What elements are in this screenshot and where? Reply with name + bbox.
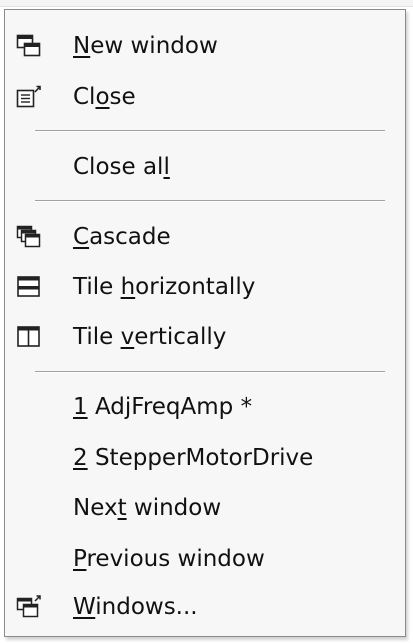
- mnemonic-key: t: [117, 495, 127, 521]
- tile-horizontal-icon: [16, 275, 42, 299]
- menu-item-next-window[interactable]: Next window: [7, 486, 403, 530]
- menu-item-close-all[interactable]: Close all: [7, 145, 403, 189]
- menu-item-close[interactable]: Close: [7, 75, 403, 119]
- menu-item-tile-horizontally[interactable]: Tile horizontally: [7, 265, 403, 309]
- mnemonic-key: v: [120, 324, 135, 350]
- menu-item-cascade[interactable]: Cascade: [7, 215, 403, 259]
- menu-item-label: Windows...: [73, 594, 198, 620]
- menu-item-label: Tile horizontally: [73, 274, 256, 300]
- menu-item-tile-vertically[interactable]: Tile vertically: [7, 315, 403, 359]
- new-window-icon: [16, 34, 42, 58]
- mnemonic-key: o: [95, 84, 110, 110]
- mnemonic-key: C: [73, 224, 90, 250]
- windows-list-icon: [16, 595, 42, 619]
- menu-item-label: 2 StepperMotorDrive: [73, 445, 314, 471]
- menu-separator: [35, 130, 385, 132]
- tile-vertical-icon: [16, 325, 42, 349]
- cascade-icon: [16, 225, 42, 249]
- mnemonic-key: P: [73, 546, 87, 572]
- close-window-icon: [16, 85, 42, 109]
- title-bar-strip: [0, 0, 413, 7]
- menu-item-new-window[interactable]: New window: [7, 24, 403, 68]
- mnemonic-key: 2: [73, 445, 88, 471]
- mnemonic-key: N: [73, 33, 91, 59]
- menu-item-label: 1 AdjFreqAmp *: [73, 394, 253, 420]
- menu-item-label: New window: [73, 33, 218, 59]
- menu-item-windows[interactable]: Windows...: [7, 585, 403, 629]
- menu-item-label: Tile vertically: [73, 324, 227, 350]
- menu-item-label: Previous window: [73, 546, 265, 572]
- menu-item-label: Close: [73, 84, 136, 110]
- mnemonic-key: h: [120, 274, 136, 300]
- menu-item-window-2[interactable]: 2 StepperMotorDrive: [7, 436, 403, 480]
- menu-item-label: Next window: [73, 495, 222, 521]
- mnemonic-key: l: [163, 154, 170, 180]
- menu-item-window-1[interactable]: 1 AdjFreqAmp *: [7, 385, 403, 429]
- menu-separator: [35, 200, 385, 202]
- menu-item-label: Cascade: [73, 224, 171, 250]
- menu-separator: [35, 371, 385, 373]
- menu-item-label: Close all: [73, 154, 170, 180]
- window-menu: New window Close Close all Cascade Tile …: [4, 9, 406, 637]
- menu-item-previous-window[interactable]: Previous window: [7, 537, 403, 581]
- mnemonic-key: W: [73, 594, 96, 620]
- mnemonic-key: 1: [73, 394, 88, 420]
